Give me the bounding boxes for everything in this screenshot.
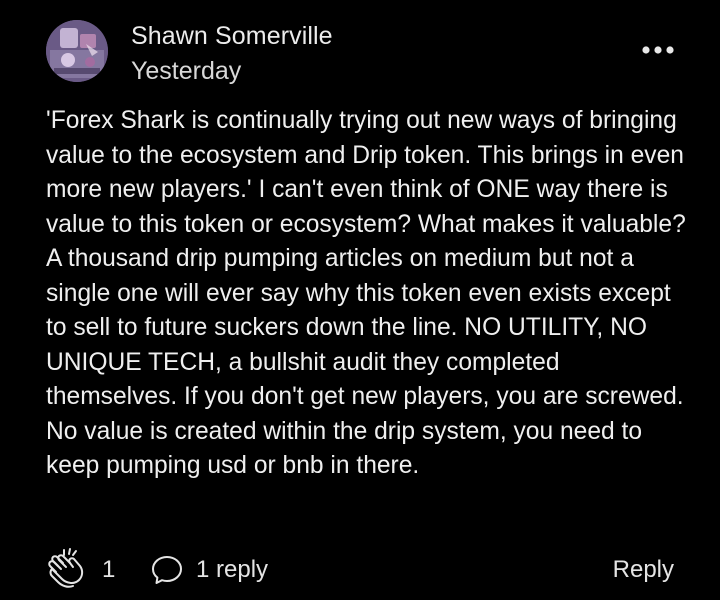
clap-count: 1	[102, 556, 116, 583]
reply-button[interactable]: Reply	[613, 546, 674, 594]
replies-count-label: 1 reply	[196, 556, 269, 583]
author-name[interactable]: Shawn Somerville	[131, 22, 333, 51]
show-replies-button[interactable]: 1 reply	[150, 546, 268, 594]
avatar[interactable]	[46, 20, 108, 82]
speech-bubble-icon	[152, 556, 182, 584]
more-options-button[interactable]	[638, 36, 678, 64]
avatar-image	[46, 20, 108, 82]
more-horizontal-icon	[642, 46, 674, 54]
comment-timestamp: Yesterday	[131, 57, 242, 85]
clap-icon	[48, 548, 84, 588]
comment-body: 'Forex Shark is continually trying out n…	[46, 107, 686, 479]
comment-actions: 1 1 reply Reply	[0, 546, 720, 596]
clap-button[interactable]: 1	[44, 546, 115, 594]
comment-card: Shawn Somerville Yesterday 'Forex Shark …	[0, 0, 720, 600]
